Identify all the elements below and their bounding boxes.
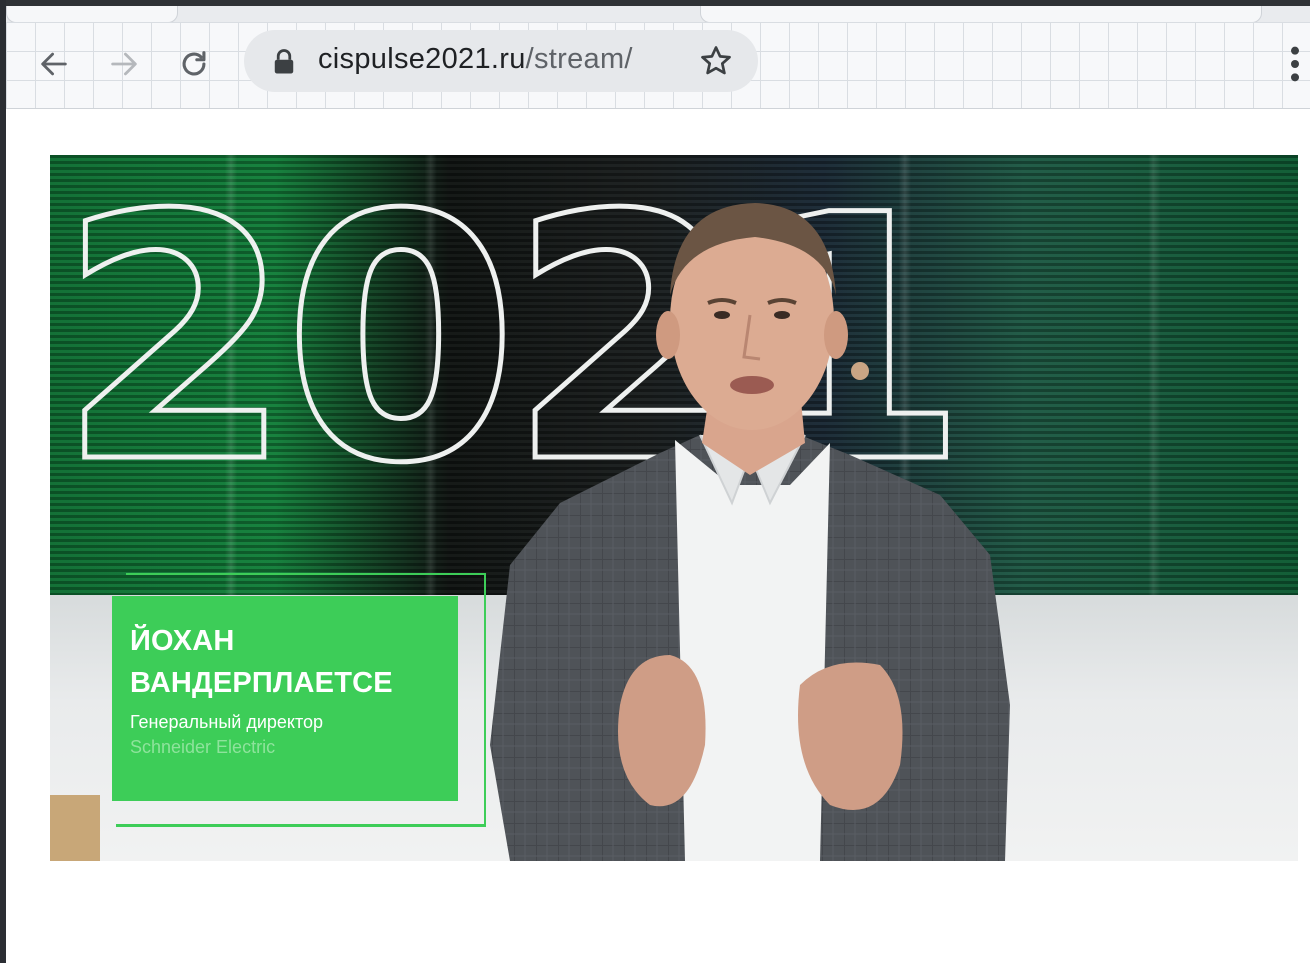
video-player[interactable]: 2021 ЙОХАН ВАНДЕРПЛАЕТСЕ Генеральный дир…: [50, 155, 1298, 861]
speaker-role: Генеральный директор: [130, 712, 324, 732]
browser-toolbar: cispulse2021.ru/stream/: [6, 22, 1310, 109]
back-button[interactable]: [32, 42, 76, 86]
arrow-right-icon: [111, 52, 137, 76]
lower-third-caption: ЙОХАН ВАНДЕРПЛАЕТСЕ Генеральный директор…: [112, 596, 458, 801]
speaker-company: Schneider Electric: [130, 737, 276, 757]
lower-third-underline: [116, 824, 484, 827]
kebab-menu-icon[interactable]: [1288, 44, 1302, 84]
lock-icon: [274, 49, 294, 74]
speaker-name: ЙОХАН ВАНДЕРПЛАЕТСЕ: [130, 625, 393, 699]
arrow-left-icon: [41, 52, 67, 76]
reload-button[interactable]: [172, 42, 216, 86]
studio-prop: [50, 795, 100, 861]
star-icon[interactable]: [698, 43, 734, 79]
url-text[interactable]: cispulse2021.ru/stream/: [318, 43, 633, 76]
reload-icon: [182, 51, 206, 76]
screen-bezel-left: [0, 0, 6, 963]
url-domain: cispulse2021.ru: [318, 43, 526, 75]
url-path: /stream/: [525, 43, 633, 75]
browser-tab-active[interactable]: [700, 6, 1262, 23]
presenter-figure: [490, 203, 1010, 861]
tab-strip: [6, 6, 1310, 23]
address-bar[interactable]: cispulse2021.ru/stream/: [244, 30, 758, 92]
forward-button[interactable]: [102, 42, 146, 86]
browser-tab[interactable]: [6, 6, 178, 23]
